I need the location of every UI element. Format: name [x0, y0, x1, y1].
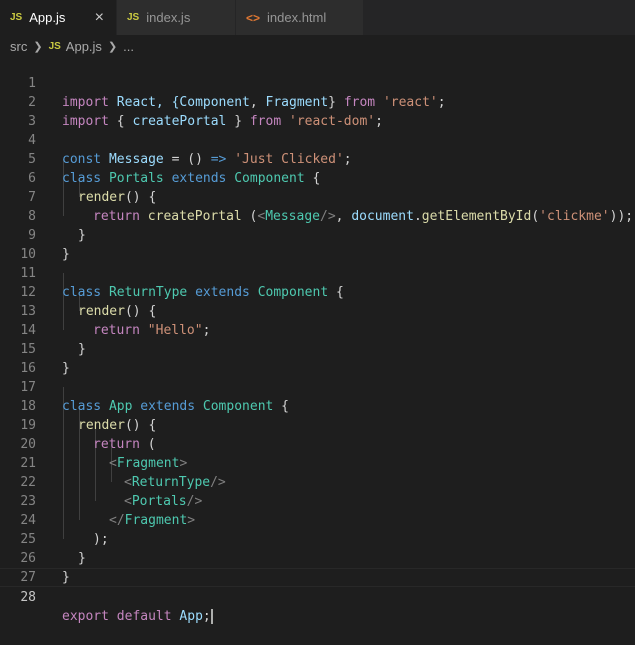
close-icon[interactable]: ×	[95, 9, 104, 27]
current-line: 28 export default App;	[0, 568, 635, 624]
code-line: 19 return (	[0, 397, 635, 452]
tab-app-js[interactable]: JS App.js ×	[0, 0, 117, 35]
code-line: 16	[0, 340, 635, 376]
breadcrumb-folder[interactable]: src	[10, 39, 27, 54]
line-number: 28	[20, 590, 36, 605]
code-line: 3	[0, 93, 635, 129]
tab-label: index.js	[146, 10, 191, 25]
code-line: 21 <ReturnType/>	[0, 435, 635, 490]
tab-index-js[interactable]: JS index.js	[117, 0, 236, 35]
code-line: 23 </Fragment>	[0, 473, 635, 528]
tab-bar: JS App.js × JS index.js <> index.html	[0, 0, 635, 35]
code-line: 27	[0, 549, 635, 585]
token: App	[179, 609, 203, 624]
js-file-icon: JS	[127, 12, 140, 23]
breadcrumb-file[interactable]: App.js	[66, 39, 102, 54]
code-line: 24 );	[0, 492, 635, 547]
code-line: 8 }	[0, 188, 635, 243]
html-file-icon: <>	[246, 10, 261, 25]
chevron-right-icon: ❯	[33, 40, 43, 53]
code-line: 14 }	[0, 302, 635, 357]
breadcrumb-more[interactable]: ...	[123, 39, 134, 54]
code-line: 17 class App extends Component {	[0, 359, 635, 414]
code-editor[interactable]: 1 import React, {Component, Fragment} fr…	[0, 55, 635, 624]
code-line: 4 const Message = () => 'Just Clicked';	[0, 112, 635, 167]
code-line: 26 }	[0, 530, 635, 585]
code-line: 22 <Portals/>	[0, 454, 635, 509]
code-line: 12 render() {	[0, 264, 635, 319]
tab-label: index.html	[267, 10, 327, 25]
code-line: 5 class Portals extends Component {	[0, 131, 635, 186]
token: default	[116, 609, 172, 624]
code-line: 1 import React, {Component, Fragment} fr…	[0, 55, 635, 110]
code-line: 10	[0, 226, 635, 262]
code-line: 11 class ReturnType extends Component {	[0, 245, 635, 300]
breadcrumb: src ❯ JS App.js ❯ ...	[0, 35, 635, 57]
token: ;	[202, 609, 211, 624]
code-line: 20 <Fragment>	[0, 416, 635, 471]
code-line: 9 }	[0, 207, 635, 262]
js-file-icon: JS	[48, 40, 61, 52]
code-line: 18 render() {	[0, 378, 635, 433]
code-text: export default App;	[62, 607, 213, 626]
js-file-icon: JS	[10, 12, 23, 23]
code-line: 13 return "Hello";	[0, 283, 635, 338]
code-line: 25 }	[0, 511, 635, 566]
tab-label: App.js	[29, 10, 66, 25]
tab-index-html[interactable]: <> index.html	[236, 0, 364, 35]
code-line: 2 import { createPortal } from 'react-do…	[0, 74, 635, 129]
code-line: 7 return createPortal (<Message/>, docum…	[0, 169, 635, 224]
text-cursor	[210, 609, 213, 624]
code-line: 15 }	[0, 321, 635, 376]
code-line: 6 render() {	[0, 150, 635, 205]
chevron-right-icon: ❯	[107, 40, 118, 53]
token: export	[62, 609, 109, 624]
